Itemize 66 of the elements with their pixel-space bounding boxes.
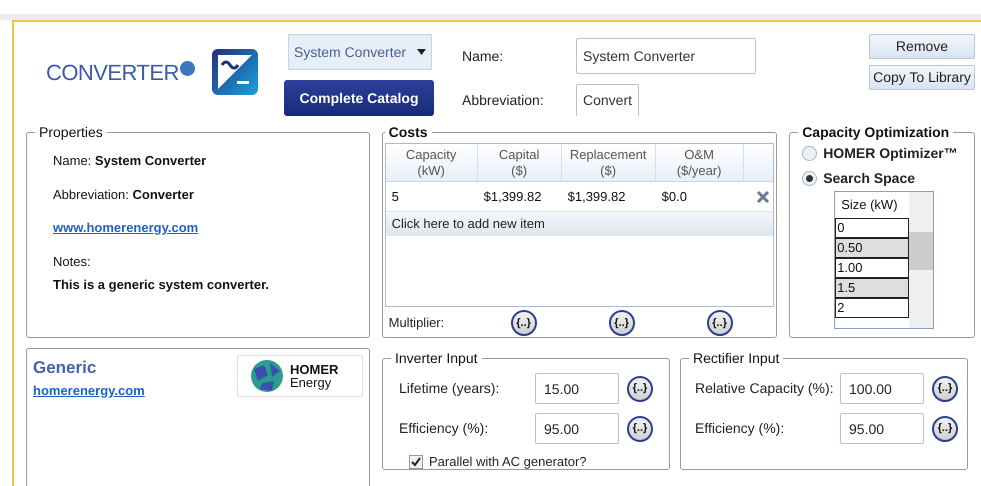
catalog-button[interactable]: Complete Catalog (284, 80, 434, 116)
component-title: CONVERTER (46, 58, 179, 86)
notes-label: Notes: (53, 252, 92, 270)
converter-icon (210, 48, 259, 96)
website-link[interactable]: www.homerenergy.com (53, 218, 361, 238)
field-label: Abbreviation: (462, 90, 545, 110)
checkbox[interactable] (409, 454, 423, 469)
copy-to-library-button[interactable]: Copy To Library (869, 65, 975, 90)
manufacturer-link[interactable]: homerenergy.com (33, 380, 145, 400)
number-field[interactable]: 100.00 (840, 373, 924, 404)
field-label: Relative Capacity (%): (694, 379, 834, 398)
logo-text: HOMER (290, 363, 338, 376)
logo-subtext: Energy (290, 376, 332, 389)
table-cell-text: $0.0 (660, 188, 688, 206)
table-cell-text: $1,399.82 (566, 188, 626, 206)
notes-text: This is a generic system converter. (53, 276, 270, 294)
size-value[interactable]: 2 (835, 298, 910, 318)
abbreviation-field[interactable]: Convert (576, 84, 640, 116)
multiplier-button[interactable]: {..} (510, 310, 537, 336)
multiplier-button[interactable]: {..} (627, 376, 653, 402)
multiplier-button[interactable]: {..} (608, 310, 635, 336)
name-text: Name: System Converter (53, 152, 208, 170)
number-field[interactable]: 95.00 (840, 413, 924, 444)
field-label: Name: (462, 46, 504, 66)
group-title: Capacity Optimization (801, 123, 950, 142)
remove-button[interactable]: Remove (869, 34, 975, 59)
group-title: Costs (388, 123, 429, 142)
add-item-row[interactable]: Click here to add new item (386, 212, 774, 236)
info-icon[interactable] (180, 60, 195, 76)
checkbox-label[interactable]: Parallel with AC generator? (429, 452, 587, 472)
manufacturer-name: Generic (33, 357, 98, 379)
radio-label[interactable]: HOMER Optimizer™ (823, 143, 958, 164)
delete-icon[interactable] (756, 190, 770, 204)
group-title: Properties (38, 123, 104, 142)
radio-button[interactable] (802, 146, 818, 161)
number-field[interactable]: 95.00 (535, 413, 619, 444)
multiplier-button[interactable]: {..} (627, 416, 653, 442)
size-value[interactable]: 1.00 (835, 258, 910, 278)
scrollbar[interactable] (909, 192, 934, 328)
group-title: Rectifier Input (692, 349, 780, 368)
radio-button[interactable] (802, 171, 818, 186)
field-label: Efficiency (%): (694, 419, 786, 438)
size-value[interactable]: 0.50 (835, 238, 910, 258)
size-value[interactable]: 0 (835, 218, 910, 238)
multiplier-button[interactable]: {..} (706, 310, 733, 336)
abbreviation-text: Abbreviation: Converter (53, 186, 195, 204)
caret-icon (417, 49, 426, 55)
radio-label[interactable]: Search Space (823, 168, 916, 189)
column-header: Size (kW) (840, 196, 899, 214)
column-header: Capacity (kW) (386, 144, 478, 181)
table-cell-text: 5 (390, 188, 400, 206)
number-field[interactable]: 15.00 (535, 373, 619, 404)
column-header: O&M ($/year) (656, 144, 744, 181)
field-label: Efficiency (%): (398, 419, 490, 438)
table-cell-text: $1,399.82 (482, 188, 542, 206)
multiplier-button[interactable]: {..} (932, 376, 958, 402)
group-title: Inverter Input (394, 349, 478, 368)
type-dropdown[interactable]: System Converter (288, 34, 432, 70)
column-header: Replacement ($) (562, 144, 656, 181)
globe-logo-icon (250, 359, 284, 393)
field-label: Lifetime (years): (398, 379, 500, 398)
column-header: Capital ($) (478, 144, 562, 181)
multiplier-button[interactable]: {..} (932, 416, 958, 442)
multiplier-label: Multiplier: (388, 314, 446, 332)
name-field[interactable]: System Converter (576, 38, 756, 74)
size-value[interactable]: 1.5 (835, 278, 910, 298)
